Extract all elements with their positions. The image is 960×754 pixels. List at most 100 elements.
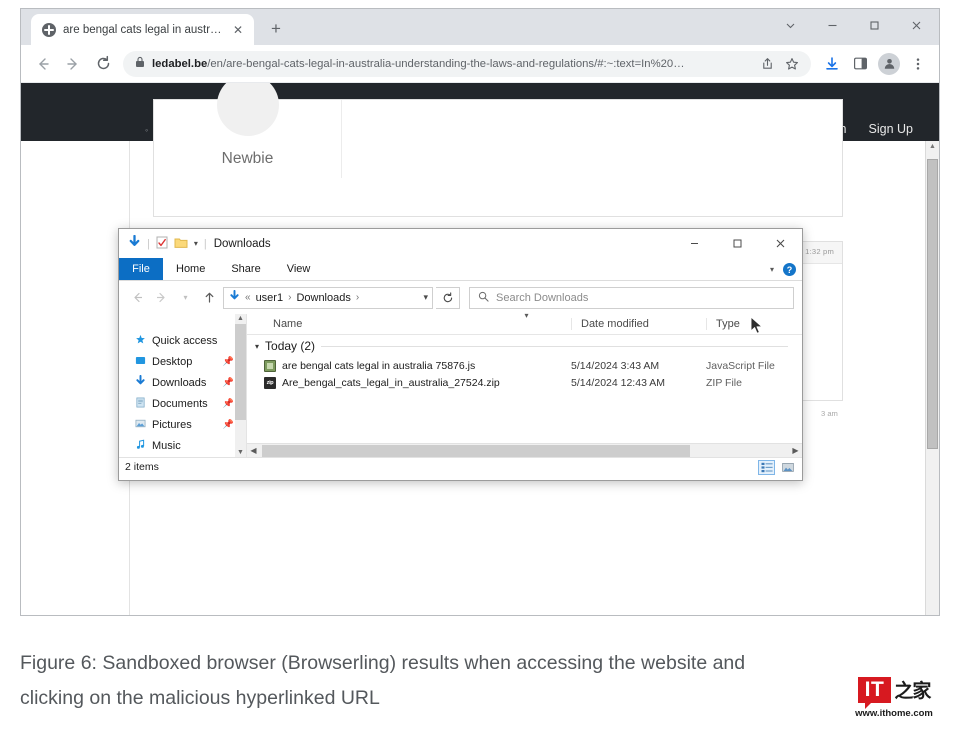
column-header-name[interactable]: Name [247,318,571,330]
customize-chevron-icon[interactable]: ▾ [194,239,198,248]
view-mode-buttons [758,460,796,475]
breadcrumb-user1[interactable]: user1 [256,292,284,304]
back-icon[interactable] [29,50,57,78]
explorer-window-title: Downloads [213,237,271,250]
post-row: Newbie [154,83,842,178]
three-dot-menu[interactable] [905,51,931,77]
scrollbar-thumb[interactable] [927,159,938,449]
nav-item-pictures[interactable]: Pictures 📌 [119,414,246,435]
ribbon-tab-file[interactable]: File [119,258,163,280]
file-row[interactable]: are bengal cats legal in australia 75876… [247,357,802,374]
file-type: JavaScript File [706,359,775,372]
scroll-right-arrow[interactable]: ▶ [789,446,802,455]
ithome-watermark: IT 之家 www.ithome.com [842,676,946,719]
refresh-icon[interactable] [436,286,460,309]
reload-icon[interactable] [89,50,117,78]
documents-icon [135,397,146,411]
sort-indicator-icon: ▾ [524,311,529,320]
url-text: ledabel.be/en/are-bengal-cats-legal-in-a… [152,58,751,70]
scroll-left-arrow[interactable]: ◀ [247,446,260,455]
download-icon[interactable] [819,51,845,77]
help-icon[interactable]: ? [783,263,796,276]
breadcrumb-dropdown-icon[interactable]: ▾ [423,292,428,303]
explorer-back-icon[interactable] [127,287,148,308]
file-name-cell: are bengal cats legal in australia 75876… [247,359,571,372]
scroll-down-arrow[interactable]: ▼ [235,449,246,456]
scrollbar-thumb[interactable] [262,444,690,457]
new-folder-icon[interactable] [174,236,188,252]
file-type: ZIP File [706,376,742,389]
close-icon[interactable] [759,229,802,258]
nav-item-desktop[interactable]: Desktop 📌 [119,351,246,372]
scrollbar-thumb[interactable] [235,324,246,420]
browser-tab[interactable]: are bengal cats legal in australia ✕ [31,14,254,45]
up-one-level-icon[interactable] [199,287,220,308]
page-viewport: QUESTIONS AND ANSWERS ◦ Log In Sign Up N… [21,83,939,615]
large-icons-view-icon[interactable] [779,460,796,475]
file-list-pane: Name ▾ Date modified Type ▾ Today (2) ar… [247,311,802,457]
scroll-up-arrow[interactable]: ▲ [235,315,246,322]
tab-title: are bengal cats legal in australia [63,23,223,36]
ribbon-tab-share[interactable]: Share [218,258,273,280]
group-label: Today (2) [265,339,316,353]
logo-row: IT 之家 [842,676,946,709]
minimize-icon[interactable] [811,9,853,42]
post-body [342,100,842,178]
chevron-down-icon[interactable] [769,9,811,42]
explorer-address-bar: ▾ « user1 › Downloads › ▾ Search Downloa… [119,281,802,314]
pin-icon[interactable]: 📌 [223,419,234,430]
ribbon-tab-home[interactable]: Home [163,258,218,280]
pin-icon[interactable]: 📌 [223,398,234,409]
nav-item-quick-access[interactable]: Quick access [119,330,246,351]
maximize-icon[interactable] [716,229,759,258]
sign-up-link[interactable]: Sign Up [869,122,913,136]
scroll-track[interactable] [260,444,789,457]
minimize-icon[interactable] [673,229,716,258]
chevron-down-icon[interactable]: ▾ [770,265,774,274]
forward-icon[interactable] [59,50,87,78]
file-row[interactable]: zip Are_bengal_cats_legal_in_australia_2… [247,374,802,391]
breadcrumb-separator-2: › [355,292,360,303]
profile-avatar[interactable] [878,52,900,75]
caption-line-1: Figure 6: Sandboxed browser (Browserling… [20,652,746,674]
scroll-up-arrow[interactable]: ▲ [926,143,939,150]
breadcrumb[interactable]: « user1 › Downloads › ▾ [223,286,433,309]
column-headers: Name ▾ Date modified Type [247,311,802,335]
file-pane-horizontal-scrollbar[interactable]: ◀ ▶ [247,443,802,457]
breadcrumb-overflow[interactable]: « [245,292,251,303]
star-icon[interactable] [783,57,801,71]
nav-pane-scrollbar[interactable]: ▲ ▼ [235,314,246,457]
expand-chevron-icon[interactable]: ▾ [255,342,259,351]
details-view-icon[interactable] [758,460,775,475]
breadcrumb-downloads[interactable]: Downloads [296,292,350,304]
properties-icon[interactable] [156,236,168,252]
nav-item-downloads[interactable]: Downloads 📌 [119,372,246,393]
new-tab-button[interactable]: + [262,15,290,43]
pin-icon[interactable]: 📌 [223,377,234,388]
nav-item-documents[interactable]: Documents 📌 [119,393,246,414]
explorer-title-bar[interactable]: | ▾ | Downloads [119,229,802,258]
explorer-forward-icon[interactable] [151,287,172,308]
search-input[interactable]: Search Downloads [469,286,794,309]
globe-icon [42,22,56,37]
browser-window: are bengal cats legal in australia ✕ + l… [20,8,940,616]
share-icon[interactable] [758,57,776,70]
nav-item-label: Desktop [152,355,193,368]
downloads-arrow-icon[interactable] [128,234,141,252]
url-domain: ledabel.be [152,57,208,70]
ribbon-right-controls: ▾ ? [770,258,796,281]
side-panel-icon[interactable] [847,51,873,77]
browser-toolbar: ledabel.be/en/are-bengal-cats-legal-in-a… [21,45,939,83]
explorer-window-controls [673,229,802,258]
recent-locations-icon[interactable]: ▾ [175,287,196,308]
file-group-header[interactable]: ▾ Today (2) [247,335,802,357]
close-icon[interactable] [895,9,937,42]
close-icon[interactable]: ✕ [230,22,246,38]
address-bar[interactable]: ledabel.be/en/are-bengal-cats-legal-in-a… [123,50,811,77]
column-header-date[interactable]: ▾ Date modified [525,311,706,330]
maximize-icon[interactable] [853,9,895,42]
nav-item-music[interactable]: Music [119,435,246,456]
ribbon-tab-view[interactable]: View [274,258,324,280]
page-scrollbar[interactable]: ▲ [925,141,939,615]
pin-icon[interactable]: 📌 [223,356,234,367]
